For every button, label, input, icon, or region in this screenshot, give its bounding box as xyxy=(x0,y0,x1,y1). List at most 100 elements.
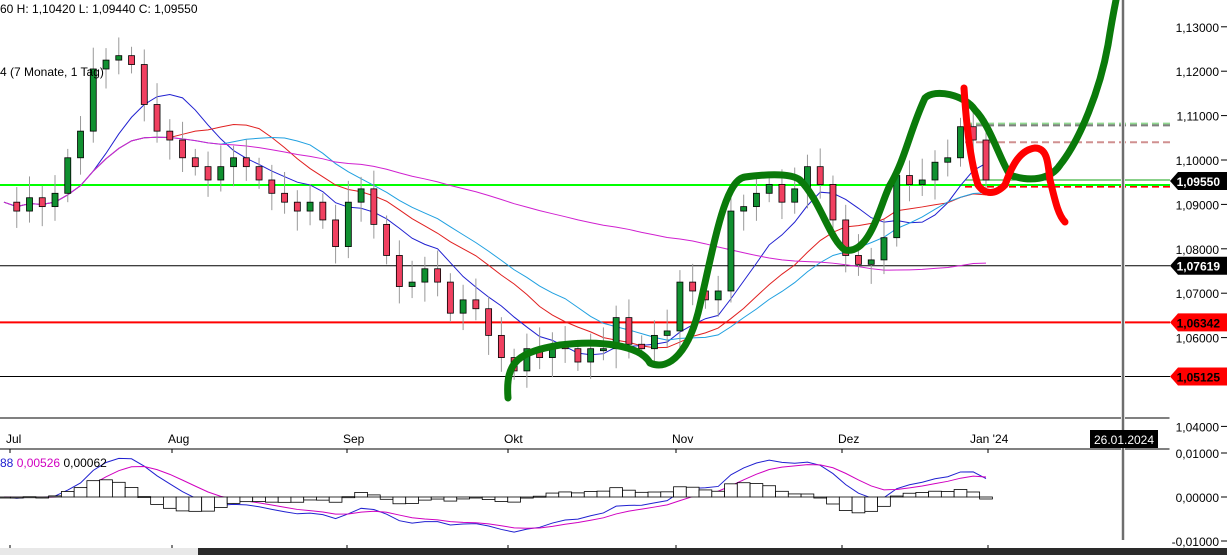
macd-histogram-bar xyxy=(698,489,713,498)
macd-histogram-bar xyxy=(175,496,190,512)
level-price-label: 1,07619 xyxy=(1177,260,1221,274)
macd-histogram-bar xyxy=(124,487,139,498)
macd-histogram-bar xyxy=(481,496,496,500)
macd-histogram-bar xyxy=(915,492,930,498)
candle xyxy=(191,157,199,168)
candle xyxy=(459,299,467,314)
candle xyxy=(13,201,21,212)
candle xyxy=(395,255,403,287)
y-tick-label: 1,06000 xyxy=(1176,332,1220,346)
candle xyxy=(918,179,926,185)
candle xyxy=(957,126,964,159)
macd-histogram-bar xyxy=(838,496,853,511)
moving-average-line xyxy=(3,136,987,271)
x-tick-label: Okt xyxy=(504,432,523,446)
candle xyxy=(931,161,939,181)
macd-histogram-bar xyxy=(239,496,254,503)
candle xyxy=(153,104,161,132)
macd-histogram-bar xyxy=(775,490,789,498)
macd-histogram-bar xyxy=(163,496,177,509)
candle xyxy=(128,55,135,65)
macd-histogram-bar xyxy=(494,496,509,502)
y-tick-label: 1,12000 xyxy=(1176,65,1220,79)
macd-histogram-bar xyxy=(889,495,904,498)
macd-histogram-bar xyxy=(545,492,560,498)
macd-histogram-bar xyxy=(9,496,24,499)
moving-average-line xyxy=(3,123,987,349)
macd-histogram-bar xyxy=(685,486,700,498)
macd-histogram-bar xyxy=(532,495,547,498)
macd-value: 88 xyxy=(0,456,14,470)
level-price-label: 1,05125 xyxy=(1177,370,1221,384)
candle xyxy=(102,59,110,70)
green-annotation-stroke xyxy=(504,0,1120,402)
macd-histogram-bar xyxy=(99,479,113,498)
candle xyxy=(893,175,901,239)
candle xyxy=(204,166,212,181)
macd-histogram-bar xyxy=(214,496,228,508)
macd-histogram-bar xyxy=(226,496,241,504)
macd-histogram-bar xyxy=(787,493,802,498)
candle xyxy=(982,139,990,181)
macd-histogram-bar xyxy=(328,496,343,503)
macd-histogram-bar xyxy=(634,491,649,498)
signal-line xyxy=(3,464,987,529)
macd-histogram-bar xyxy=(800,493,815,498)
macd-histogram-bar xyxy=(150,496,164,505)
candle xyxy=(574,348,582,363)
macd-line xyxy=(3,457,987,533)
candle xyxy=(791,188,799,203)
candle xyxy=(242,157,250,168)
macd-histogram-bar xyxy=(571,492,585,498)
macd-histogram-bar xyxy=(201,496,215,512)
candle xyxy=(753,192,760,208)
candle xyxy=(217,166,225,181)
x-tick-label: Dez xyxy=(838,432,859,446)
red-annotation-stroke xyxy=(960,84,1069,226)
time-range-label: 4 (7 Monate, 1 Tag) xyxy=(0,65,104,79)
macd-histogram-bar xyxy=(341,496,356,499)
price-chart[interactable]: 26.01.2024 1,13000 1,12000 1,11000 1,10000 1… xyxy=(0,0,1227,555)
macd-histogram-bar xyxy=(303,496,317,501)
candle xyxy=(740,206,748,212)
y-tick-label: 1,08000 xyxy=(1176,243,1220,257)
macd-histogram-bar xyxy=(367,494,381,498)
candle xyxy=(625,317,633,345)
macd-histogram-bar xyxy=(86,480,101,498)
macd-histogram-bar xyxy=(35,496,50,499)
candle xyxy=(255,166,263,181)
candle xyxy=(676,281,684,332)
macd-histogram-bar xyxy=(813,496,827,499)
histogram-value: 0,00062 xyxy=(63,456,107,470)
candle xyxy=(332,219,339,247)
macd-histogram-bar xyxy=(928,490,942,498)
candle xyxy=(446,281,454,314)
macd-histogram-bar xyxy=(188,496,203,512)
candle xyxy=(77,130,84,159)
y-tick-label: 1,07000 xyxy=(1176,287,1220,301)
macd-histogram-bar xyxy=(966,491,981,498)
candle xyxy=(179,139,186,159)
signal-value: 0,00526 xyxy=(16,456,61,470)
candle xyxy=(115,55,123,61)
candle xyxy=(651,334,658,350)
macd-histogram-bar xyxy=(265,496,279,503)
macd-histogram-bar xyxy=(583,491,598,498)
macd-histogram-bar xyxy=(277,496,292,503)
candle xyxy=(64,157,72,194)
macd-histogram-bar xyxy=(48,495,62,498)
x-tick-label: Sep xyxy=(343,432,365,446)
macd-histogram-bar xyxy=(609,487,623,498)
candle xyxy=(714,290,722,301)
macd-histogram-bar xyxy=(354,492,368,498)
macd-histogram-bar xyxy=(469,496,483,499)
macd-histogram-bar xyxy=(430,496,445,500)
candle xyxy=(880,237,888,261)
candle xyxy=(829,184,837,221)
candle xyxy=(51,192,59,208)
candle xyxy=(281,192,288,203)
scrollbar-thumb[interactable] xyxy=(0,548,198,555)
candle xyxy=(408,281,416,287)
candle xyxy=(855,255,862,265)
macd-histogram-bar xyxy=(736,482,751,498)
